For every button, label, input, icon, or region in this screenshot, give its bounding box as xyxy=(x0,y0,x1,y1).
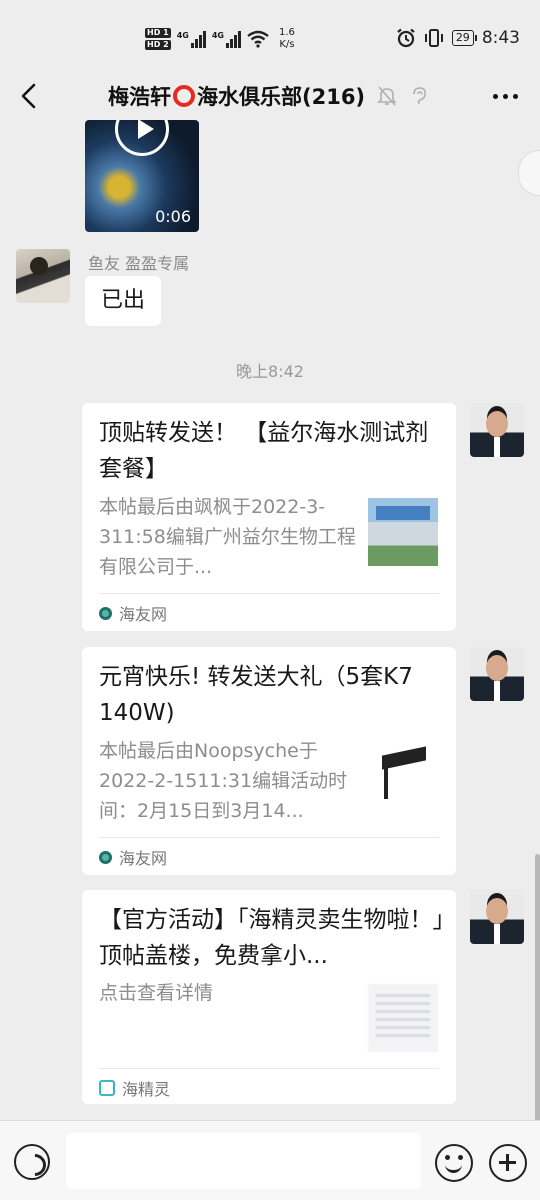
timestamp: 晚上8:42 xyxy=(236,362,304,381)
card-title: 【官方活动】「海精灵卖生物啦！」顶帖盖楼，免费拿小... xyxy=(99,907,444,969)
red-circle-emoji xyxy=(173,85,195,107)
video-duration: 0:06 xyxy=(155,207,191,226)
link-card[interactable]: 顶贴转发送！ 【益尔海水测试剂套餐】 本帖最后由飒枫于2022-3-311:58… xyxy=(82,403,456,631)
card-thumbnail xyxy=(368,498,438,566)
link-card[interactable]: 元宵快乐! 转发送大礼（5套K7 140W) 本帖最后由Noopsyche于20… xyxy=(82,647,456,875)
back-arrow-icon[interactable] xyxy=(14,78,46,114)
avatar[interactable] xyxy=(470,890,524,944)
scrollbar[interactable] xyxy=(535,854,540,1120)
hd-badge: HD 2 xyxy=(145,40,171,50)
card-thumbnail xyxy=(368,984,438,1052)
card-title: 顶贴转发送！ 【益尔海水测试剂套餐】 xyxy=(99,420,429,482)
card-thumbnail xyxy=(368,745,438,813)
haijingling-logo-icon xyxy=(99,1080,115,1096)
hd-badge: HD 1 xyxy=(145,28,171,38)
battery-icon: 29 xyxy=(451,30,477,46)
video-message[interactable]: 0:06 xyxy=(85,120,199,232)
wifi-icon xyxy=(247,30,269,48)
earpiece-icon xyxy=(413,87,426,105)
clock: 8:43 xyxy=(481,28,520,48)
floating-window-handle[interactable] xyxy=(518,150,540,196)
link-card[interactable]: 【官方活动】「海精灵卖生物啦！」顶帖盖楼，免费拿小... 点击查看详情 海精灵 xyxy=(82,890,456,1104)
card-source: 海友网 xyxy=(99,845,167,869)
vibrate-icon xyxy=(424,29,443,47)
text-message[interactable]: 已出 xyxy=(85,276,162,326)
voice-input-button[interactable] xyxy=(14,1144,50,1180)
emoji-button[interactable] xyxy=(435,1144,473,1182)
chat-header: 梅浩轩 海水俱乐部(216) xyxy=(0,72,540,120)
haiyou-logo-icon xyxy=(99,850,112,864)
cellular-signal-icon: 4G xyxy=(177,30,206,48)
status-bar: HD 1 HD 2 4G 4G 1.6 K/s 29 8:43 xyxy=(0,0,540,80)
card-description: 本帖最后由Noopsyche于2022-2-1511:31编辑活动时间：2月15… xyxy=(99,740,348,822)
cellular-signal-icon: 4G xyxy=(212,30,241,48)
card-divider xyxy=(99,593,439,594)
card-title: 元宵快乐! 转发送大礼（5套K7 140W) xyxy=(99,664,413,726)
card-source: 海友网 xyxy=(99,601,167,625)
input-bar xyxy=(0,1120,540,1200)
mute-bell-icon xyxy=(377,86,397,106)
card-source: 海精灵 xyxy=(99,1076,170,1100)
avatar[interactable] xyxy=(470,647,524,701)
more-actions-button[interactable] xyxy=(489,1144,527,1182)
alarm-icon xyxy=(397,28,415,48)
play-icon xyxy=(115,120,169,156)
more-options-icon[interactable] xyxy=(493,94,518,99)
avatar[interactable] xyxy=(16,249,70,303)
card-description: 点击查看详情 xyxy=(99,982,214,1004)
card-description: 本帖最后由飒枫于2022-3-311:58编辑广州益尔生物工程有限公司于... xyxy=(99,496,356,578)
card-divider xyxy=(99,1068,439,1069)
message-input[interactable] xyxy=(66,1133,421,1189)
message-list[interactable]: 0:06 鱼友 盈盈专属 已出 晚上8:42 顶贴转发送！ 【益尔海水测试剂套餐… xyxy=(0,120,540,1120)
avatar[interactable] xyxy=(470,403,524,457)
card-divider xyxy=(99,837,439,838)
chat-title: 梅浩轩 海水俱乐部(216) xyxy=(108,85,366,109)
sender-name: 鱼友 盈盈专属 xyxy=(88,254,190,273)
network-speed: 1.6 K/s xyxy=(278,27,295,50)
haiyou-logo-icon xyxy=(99,606,112,620)
